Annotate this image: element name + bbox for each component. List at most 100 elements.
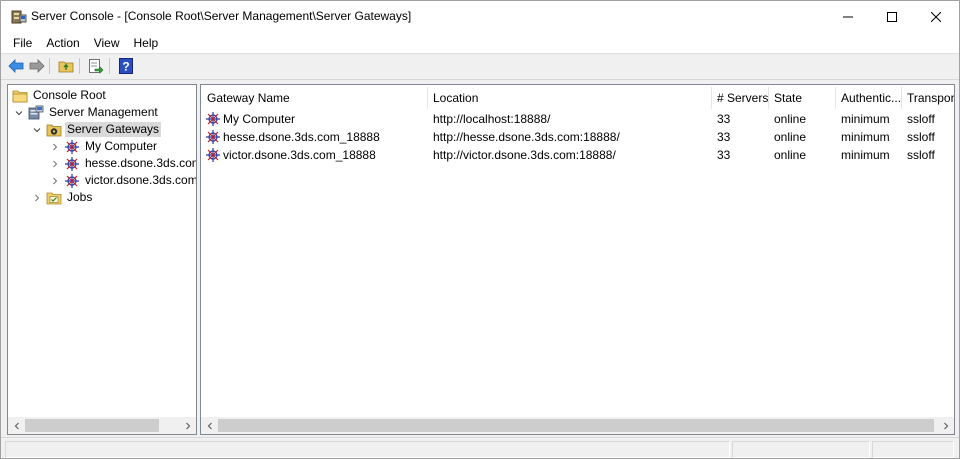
gateway-icon: [206, 130, 220, 144]
status-segment: [872, 441, 954, 458]
column-header-state[interactable]: State: [768, 85, 835, 111]
toolbar-border: [1, 79, 959, 80]
gateway-icon: [206, 148, 220, 162]
tree-node-server-management[interactable]: Server Management: [14, 104, 160, 121]
scroll-thumb[interactable]: [218, 419, 934, 432]
tree-label-gateway: hesse.dsone.3ds.com_1: [85, 156, 196, 170]
column-header-transport[interactable]: Transport: [901, 85, 954, 111]
back-button[interactable]: [7, 57, 25, 75]
cell-location: http://localhost:18888/: [433, 112, 551, 126]
tree-node-gateway[interactable]: hesse.dsone.3ds.com_1: [50, 155, 196, 172]
forward-button[interactable]: [28, 57, 46, 75]
tree-node-server-gateways[interactable]: Server Gateways: [32, 121, 162, 138]
gateway-icon: [65, 139, 79, 154]
list-horizontal-scrollbar[interactable]: [201, 417, 954, 434]
maximize-button[interactable]: [869, 1, 915, 32]
gateway-list-pane[interactable]: Gateway Name Location # Servers State Au…: [200, 84, 955, 435]
cell-state: online: [774, 130, 807, 144]
cell-authentication: minimum: [841, 112, 890, 126]
toolbar: ?: [1, 54, 959, 79]
status-bar: [1, 437, 959, 458]
chevron-left-icon: [207, 422, 212, 429]
toolbar-separator: [79, 58, 80, 74]
toolbar-separator: [109, 58, 110, 74]
minimize-button[interactable]: [825, 1, 871, 32]
chevron-right-icon: [943, 422, 948, 429]
minimize-icon: [843, 16, 853, 17]
chevron-down-icon[interactable]: [14, 108, 24, 118]
server-management-icon: [28, 105, 44, 119]
cell-authentication: minimum: [841, 148, 890, 162]
tree-node-console-root[interactable]: Console Root: [12, 87, 108, 104]
tree-horizontal-scrollbar[interactable]: [8, 417, 196, 434]
chevron-right-icon[interactable]: [50, 159, 60, 169]
cell-authentication: minimum: [841, 130, 890, 144]
table-row[interactable]: victor.dsone.3ds.com_18888 http://victor…: [201, 146, 954, 164]
title-bar[interactable]: Server Console - [Console Root\Server Ma…: [1, 1, 959, 32]
chevron-down-icon[interactable]: [32, 125, 42, 135]
close-button[interactable]: [913, 1, 959, 32]
svg-text:?: ?: [122, 60, 129, 74]
scroll-right-button[interactable]: [937, 417, 954, 434]
forward-arrow-icon: [29, 59, 45, 73]
column-header-location[interactable]: Location: [427, 85, 711, 111]
gateway-icon: [65, 173, 79, 188]
cell-state: online: [774, 148, 807, 162]
table-row[interactable]: My Computer http://localhost:18888/ 33 o…: [201, 110, 954, 128]
help-button[interactable]: ?: [117, 57, 135, 75]
tree-label-gateway: My Computer: [85, 139, 158, 153]
scroll-left-button[interactable]: [8, 417, 25, 434]
toolbar-separator: [49, 58, 50, 74]
chevron-right-icon[interactable]: [50, 142, 60, 152]
tree-label-server-gateways: Server Gateways: [65, 122, 162, 137]
cell-servers: 33: [717, 130, 731, 144]
list-header: Gateway Name Location # Servers State Au…: [201, 85, 954, 111]
menu-file[interactable]: File: [6, 33, 39, 53]
tree-label-server-management: Server Management: [49, 105, 158, 119]
tree-label-gateway: victor.dsone.3ds.com_1: [85, 173, 197, 187]
close-icon: [931, 11, 941, 22]
column-header-authentication[interactable]: Authentic...: [835, 85, 901, 111]
chevron-right-icon[interactable]: [32, 193, 42, 203]
cell-transport: ssloff: [907, 130, 935, 144]
cell-transport: ssloff: [907, 112, 935, 126]
column-header-gateway-name[interactable]: Gateway Name: [201, 85, 427, 111]
tree-node-gateway[interactable]: victor.dsone.3ds.com_1: [50, 172, 197, 189]
cell-servers: 33: [717, 112, 731, 126]
tree-label-console-root: Console Root: [33, 88, 106, 102]
gateway-icon: [206, 112, 220, 126]
jobs-folder-icon: [46, 192, 62, 204]
tree-node-gateway[interactable]: My Computer: [50, 138, 159, 155]
up-folder-icon: [58, 61, 74, 73]
scroll-left-button[interactable]: [201, 417, 218, 434]
menu-help[interactable]: Help: [127, 33, 166, 53]
cell-servers: 33: [717, 148, 731, 162]
export-list-icon: [89, 59, 104, 74]
cell-transport: ssloff: [907, 148, 935, 162]
chevron-right-icon: [185, 422, 190, 429]
cell-location: http://hesse.dsone.3ds.com:18888/: [433, 130, 620, 144]
tree-label-jobs: Jobs: [67, 190, 93, 204]
menu-action[interactable]: Action: [39, 33, 86, 53]
cell-location: http://victor.dsone.3ds.com:18888/: [433, 148, 616, 162]
server-console-window: Server Console - [Console Root\Server Ma…: [0, 0, 960, 459]
cell-gateway-name: My Computer: [223, 112, 296, 126]
tree-node-jobs[interactable]: Jobs: [32, 189, 94, 206]
export-list-button[interactable]: [87, 57, 105, 75]
cell-gateway-name: victor.dsone.3ds.com_18888: [223, 148, 376, 162]
menu-bar: File Action View Help: [1, 32, 959, 53]
menu-view[interactable]: View: [87, 33, 127, 53]
cell-state: online: [774, 112, 807, 126]
window-title: Server Console - [Console Root\Server Ma…: [31, 9, 412, 23]
column-header-servers[interactable]: # Servers: [711, 85, 768, 111]
chevron-right-icon[interactable]: [50, 176, 60, 186]
help-icon: ?: [119, 58, 133, 74]
server-console-app-icon: [11, 10, 27, 24]
up-one-level-button[interactable]: [57, 57, 75, 75]
status-segment: [732, 441, 870, 458]
console-tree-pane[interactable]: Console Root Server Management Server Ga…: [7, 84, 197, 435]
table-row[interactable]: hesse.dsone.3ds.com_18888 http://hesse.d…: [201, 128, 954, 146]
scroll-right-button[interactable]: [179, 417, 196, 434]
scroll-thumb[interactable]: [25, 419, 159, 432]
folder-icon: [12, 90, 28, 102]
